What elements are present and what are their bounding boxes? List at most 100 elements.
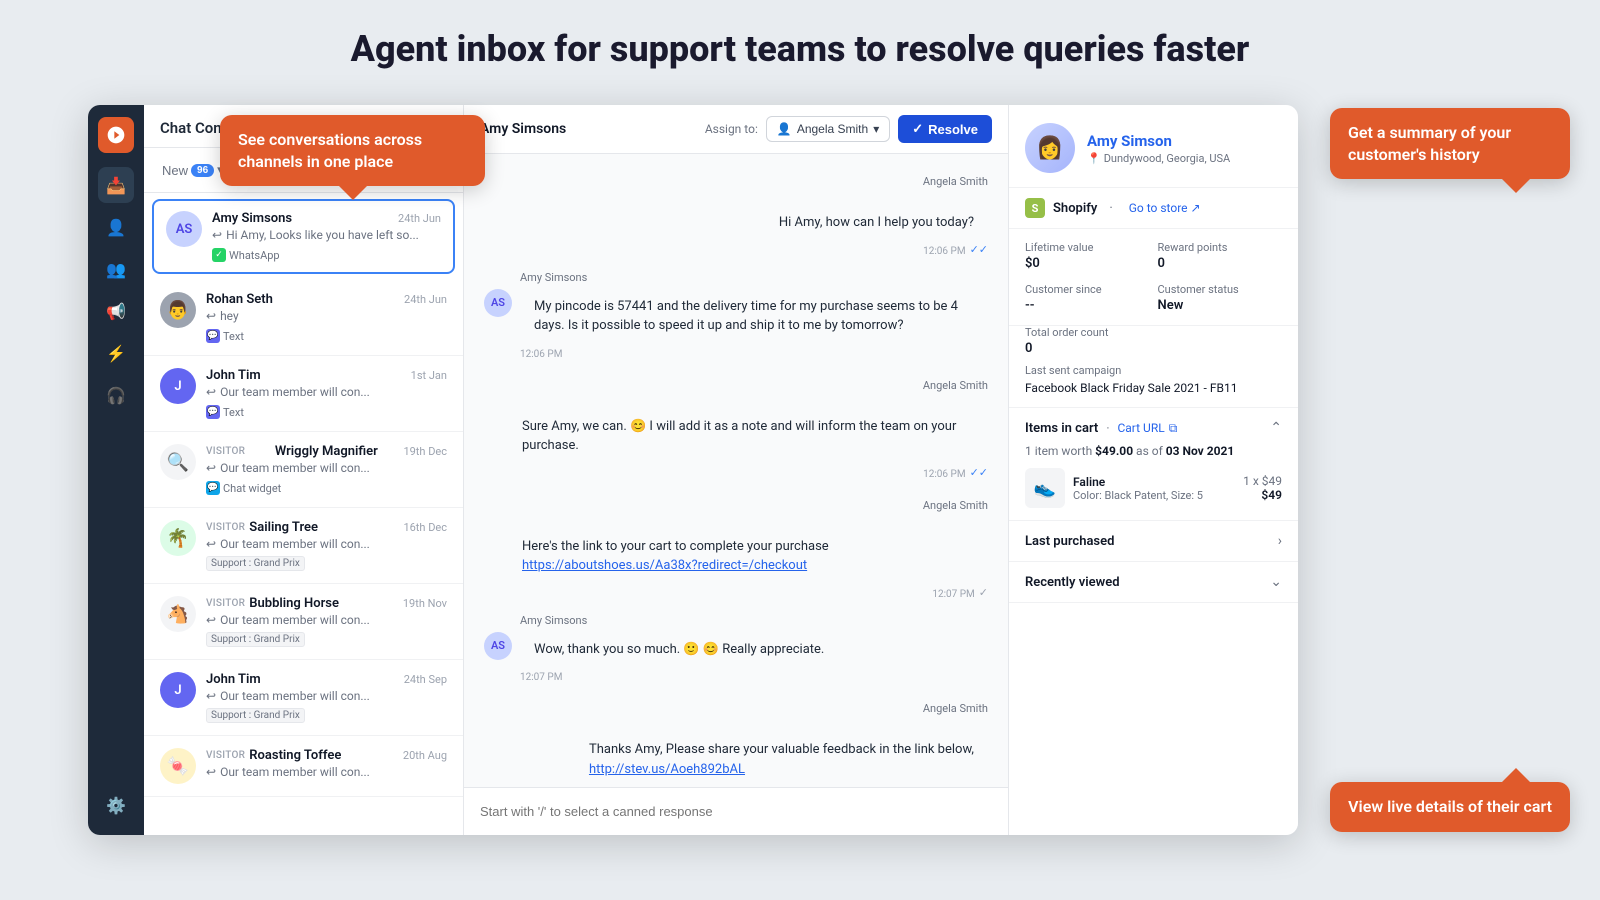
customer-profile: 👩 Amy Simson 📍 Dundywood, Georgia, USA xyxy=(1009,105,1298,188)
conv-preview: ↩ Our team member will con... xyxy=(206,385,447,399)
read-receipt-icon: ✓✓ xyxy=(970,243,988,256)
page-heading: Agent inbox for support teams to resolve… xyxy=(0,0,1600,90)
cart-url-link[interactable]: Cart URL ⧉ xyxy=(1117,421,1177,436)
callout-cart: View live details of their cart xyxy=(1330,782,1570,832)
total-order-value: 0 xyxy=(1025,341,1282,356)
chevron-up-icon[interactable]: ⌃ xyxy=(1270,420,1282,436)
message-bubble: My pincode is 57441 and the delivery tim… xyxy=(520,287,988,346)
message-row: Sure Amy, we can. 😊 I will add it as a n… xyxy=(484,407,988,480)
conv-name: Wriggly Magnifier xyxy=(275,444,378,459)
message-time: 12:06 PM xyxy=(520,349,562,360)
agent-name-label: Angela Smith xyxy=(484,374,988,393)
recently-viewed-label: Recently viewed xyxy=(1025,575,1120,590)
sidebar-icon-team[interactable]: 👥 xyxy=(98,251,134,287)
resolve-button[interactable]: ✓ Resolve xyxy=(898,115,992,143)
avatar: 🐴 xyxy=(160,596,196,632)
message-time: 12:06 PM xyxy=(923,246,965,257)
text-icon: 💬 xyxy=(206,329,220,343)
assign-agent-btn[interactable]: 👤 Angela Smith ▾ xyxy=(766,116,890,142)
conv-name: John Tim xyxy=(206,368,261,383)
location-text: Dundywood, Georgia, USA xyxy=(1104,152,1230,165)
customer-stats: Lifetime value $0 Reward points 0 Custom… xyxy=(1009,229,1298,326)
chevron-down-icon: ▾ xyxy=(873,122,879,136)
shopify-label: Shopify xyxy=(1053,201,1097,216)
conv-date: 19th Nov xyxy=(403,597,447,610)
channel-badge: 💬 Text xyxy=(206,405,244,419)
support-icon: Support : Grand Prix xyxy=(206,632,305,647)
text-icon: 💬 xyxy=(206,405,220,419)
sidebar-icon-campaigns[interactable]: 📢 xyxy=(98,293,134,329)
last-purchased-section[interactable]: Last purchased › xyxy=(1009,521,1298,562)
resolve-label: Resolve xyxy=(928,122,978,137)
list-item[interactable]: 🍬 VISITOR Roasting Toffee 20th Aug ↩ Our… xyxy=(144,736,463,797)
message-time: 12:07 PM xyxy=(932,589,974,600)
list-item[interactable]: 🌴 VISITOR Sailing Tree 16th Dec ↩ Our te… xyxy=(144,508,463,584)
support-icon: Support : Grand Prix xyxy=(206,708,305,723)
location-icon: 📍 xyxy=(1087,152,1101,165)
conv-date: 24th Sep xyxy=(404,673,447,686)
agent-name-label: Angela Smith xyxy=(484,170,988,189)
whatsapp-icon: ✓ xyxy=(212,248,226,262)
go-to-store-link[interactable]: Go to store ↗ xyxy=(1129,201,1201,215)
list-item[interactable]: 🐴 VISITOR Bubbling Horse 19th Nov ↩ Our … xyxy=(144,584,463,660)
stat-value: 0 xyxy=(1158,256,1283,271)
cart-link[interactable]: https://aboutshoes.us/Aa38x?redirect=/ch… xyxy=(522,558,807,573)
sender-name: Amy Simsons xyxy=(520,614,587,627)
avatar: 👨 xyxy=(160,292,196,328)
conv-name: Amy Simsons xyxy=(212,211,292,226)
cart-item-name: Faline xyxy=(1073,475,1235,489)
read-receipt-icon: ✓✓ xyxy=(970,466,988,479)
sidebar-icon-contacts[interactable]: 👤 xyxy=(98,209,134,245)
channel-label: Text xyxy=(223,330,244,343)
app-container: 📥 👤 👥 📢 ⚡ 🎧 ⚙️ Chat Con... New 96 ▾ ⊞ ⊟ … xyxy=(88,105,1298,835)
customer-avatar: 👩 xyxy=(1025,123,1075,173)
cart-item-attrs: Color: Black Patent, Size: 5 xyxy=(1073,489,1235,502)
cart-item-qty: 1 x $49 xyxy=(1243,474,1282,488)
list-item[interactable]: J John Tim 24th Sep ↩ Our team member wi… xyxy=(144,660,463,736)
conv-item-active[interactable]: AS Amy Simsons 24th Jun ↩ Hi Amy, Looks … xyxy=(152,199,455,274)
message-bubble: Here's the link to your cart to complete… xyxy=(508,527,988,586)
chat-area: Amy Simsons Assign to: 👤 Angela Smith ▾ … xyxy=(464,105,1008,835)
stat-label: Customer since xyxy=(1025,283,1150,296)
filter-new-btn[interactable]: New 96 ▾ xyxy=(156,159,230,181)
chat-input[interactable] xyxy=(480,798,992,825)
last-purchased-label: Last purchased xyxy=(1025,534,1114,549)
items-cart-header: Items in cart · Cart URL ⧉ ⌃ xyxy=(1025,420,1282,436)
sidebar-icon-automation[interactable]: ⚡ xyxy=(98,335,134,371)
chat-header: Amy Simsons Assign to: 👤 Angela Smith ▾ … xyxy=(464,105,1008,154)
list-item[interactable]: 🔍 VISITOR Wriggly Magnifier 19th Dec ↩ O… xyxy=(144,432,463,508)
conv-name-row: VISITOR Wriggly Magnifier 19th Dec xyxy=(206,444,447,459)
message-time: 12:06 PM xyxy=(923,469,965,480)
stat-value: $0 xyxy=(1025,256,1150,271)
callout-history: Get a summary of your customer's history xyxy=(1330,108,1570,179)
conv-name-row: John Tim 24th Sep xyxy=(206,672,447,687)
channel-label: Text xyxy=(223,406,244,419)
cart-summary: 1 item worth $49.00 as of 03 Nov 2021 xyxy=(1025,444,1282,458)
customer-panel: 👩 Amy Simson 📍 Dundywood, Georgia, USA S… xyxy=(1008,105,1298,835)
sidebar-icon-support[interactable]: 🎧 xyxy=(98,377,134,413)
conv-preview: ↩ Our team member will con... xyxy=(206,613,447,627)
copy-icon: ⧉ xyxy=(1169,421,1178,436)
conv-date: 19th Dec xyxy=(403,445,447,458)
sidebar-icon-settings[interactable]: ⚙️ xyxy=(98,787,134,823)
customer-location: 📍 Dundywood, Georgia, USA xyxy=(1087,152,1230,165)
avatar: J xyxy=(160,672,196,708)
messages-area: Angela Smith Hi Amy, how can I help you … xyxy=(464,154,1008,787)
conv-name-row: Amy Simsons 24th Jun xyxy=(212,211,441,226)
list-item[interactable]: 👨 Rohan Seth 24th Jun ↩ hey 💬 Text xyxy=(144,280,463,356)
items-cart-section: Items in cart · Cart URL ⧉ ⌃ 1 item wort… xyxy=(1009,408,1298,521)
message-content: Amy Simsons My pincode is 57441 and the … xyxy=(520,271,988,360)
sidebar-icon-home[interactable]: 📥 xyxy=(98,167,134,203)
conv-date: 16th Dec xyxy=(403,521,447,534)
channel-badge: 💬 Text xyxy=(206,329,244,343)
agent-name-label: Angela Smith xyxy=(484,494,988,513)
message-content: Amy Simsons Wow, thank you so much. 🙂 😊 … xyxy=(520,614,838,684)
feedback-link[interactable]: http://stev.us/Aoeh892bAL xyxy=(589,762,745,777)
recently-viewed-section[interactable]: Recently viewed ⌄ xyxy=(1009,562,1298,603)
list-item[interactable]: J John Tim 1st Jan ↩ Our team member wil… xyxy=(144,356,463,432)
message-row: Thanks Amy, Please share your valuable f… xyxy=(484,730,988,787)
stats-grid: Lifetime value $0 Reward points 0 Custom… xyxy=(1025,241,1282,313)
go-to-store-label: Go to store xyxy=(1129,201,1188,215)
avatar: 🌴 xyxy=(160,520,196,556)
agent-name-label: Angela Smith xyxy=(484,697,988,716)
